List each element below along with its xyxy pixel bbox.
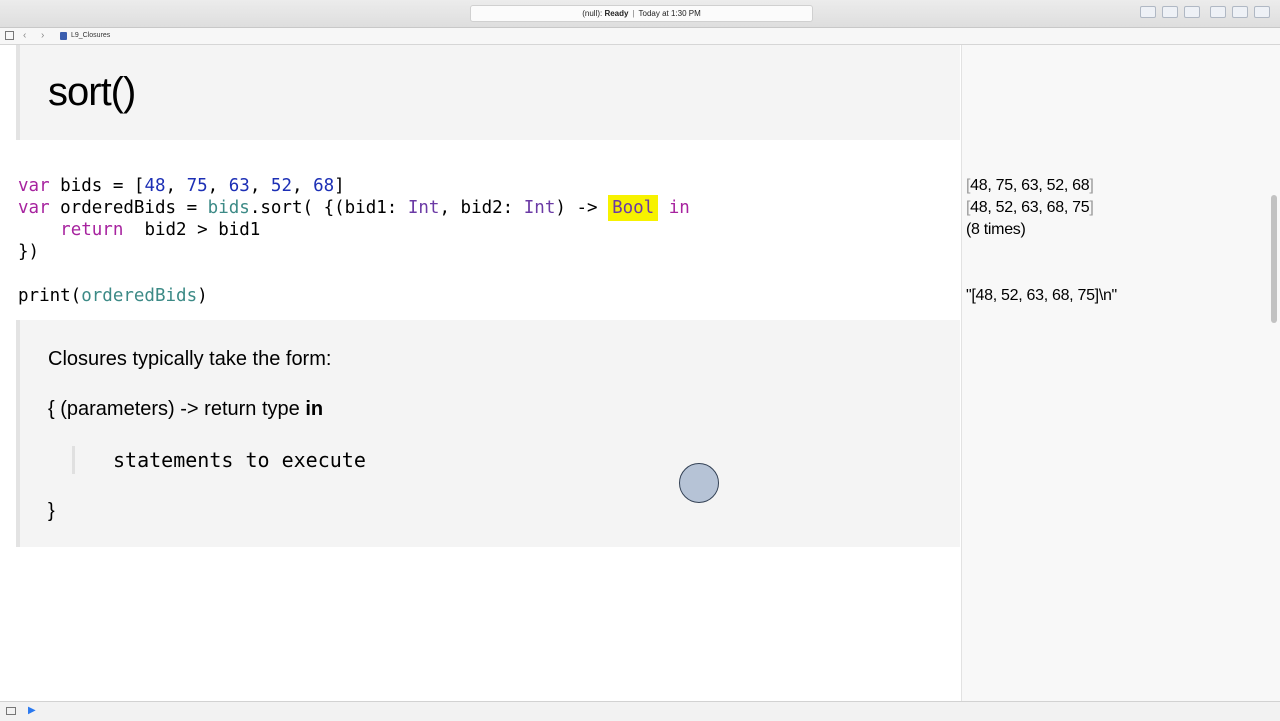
code-text: bid2 > bid1 (123, 220, 261, 240)
number-literal: 75 (186, 176, 208, 196)
keyword-var: var (18, 176, 50, 196)
result-line-2[interactable]: [48, 52, 63, 68, 75] (966, 199, 1094, 217)
code-text: , bid2: (439, 198, 524, 218)
result-line-5[interactable]: "[48, 52, 63, 68, 75]\n" (966, 287, 1117, 305)
activity-viewer: (null): Ready | Today at 1:30 PM (470, 5, 813, 22)
bracket-close: ] (1089, 199, 1094, 216)
code-text: , (207, 176, 229, 196)
code-line-3[interactable]: return bid2 > bid1 (18, 219, 260, 241)
result-line-1[interactable]: [48, 75, 63, 52, 68] (966, 177, 1094, 195)
code-text: }) (18, 242, 40, 262)
code-text: bids = [ (49, 176, 145, 196)
code-text: ] (334, 176, 345, 196)
form-syntax-line: { (parameters) -> return type in (48, 398, 323, 421)
debug-bar: ▶ (0, 701, 1280, 721)
vertical-scrollbar[interactable] (1271, 195, 1277, 323)
navigator-toggle-icon[interactable] (1210, 6, 1226, 18)
highlighted-type-bool: Bool (608, 195, 659, 221)
version-editor-icon[interactable] (1184, 6, 1200, 18)
keyword-var: var (18, 198, 50, 218)
activity-prefix: (null): (582, 9, 605, 18)
result-value: 48, 75, 63, 52, 68 (970, 177, 1090, 194)
blockquote-bar (72, 446, 75, 474)
markup-title-block (16, 45, 960, 140)
result-value: 48, 52, 63, 68, 75 (970, 199, 1090, 216)
number-literal: 63 (228, 176, 250, 196)
results-sidebar (961, 45, 1280, 701)
form-close-brace: } (48, 500, 55, 522)
code-line-4[interactable]: }) (18, 241, 39, 263)
back-arrow-icon[interactable]: ‹ (23, 28, 26, 44)
console-toggle-icon[interactable] (6, 707, 16, 715)
result-line-3[interactable]: (8 times) (966, 221, 1026, 239)
activity-time: Today at 1:30 PM (638, 9, 701, 18)
keyword-return: return (60, 220, 124, 240)
page-title: sort() (48, 70, 136, 114)
form-in-keyword: in (305, 398, 324, 420)
run-play-icon[interactable]: ▶ (28, 705, 36, 716)
assistant-editor-icon[interactable] (1162, 6, 1178, 18)
code-text: , (249, 176, 271, 196)
keyword-in: in (668, 198, 690, 218)
playground-file-icon (60, 32, 67, 40)
standard-editor-icon[interactable] (1140, 6, 1156, 18)
window-titlebar: (null): Ready | Today at 1:30 PM (0, 0, 1280, 28)
number-literal: 68 (313, 176, 335, 196)
identifier-ref: bids (207, 198, 250, 218)
view-toggle-group (1210, 6, 1270, 20)
type-name: Int (407, 198, 440, 218)
activity-status: Ready (604, 9, 629, 18)
breadcrumb-file[interactable]: L9_Closures (71, 28, 110, 44)
editor-mode-group (1140, 6, 1200, 20)
code-line-1[interactable]: var bids = [48, 75, 63, 52, 68] (18, 175, 345, 197)
code-line-5[interactable]: print(orderedBids) (18, 285, 208, 307)
code-text: , (165, 176, 187, 196)
identifier-ref: orderedBids (81, 286, 198, 306)
activity-separator: | (632, 9, 635, 18)
form-open-text: { (parameters) -> return type (48, 398, 306, 420)
utilities-toggle-icon[interactable] (1254, 6, 1270, 18)
forward-arrow-icon[interactable]: › (41, 28, 44, 44)
code-text: .sort( {(bid1: (249, 198, 408, 218)
code-text: ) -> (555, 198, 609, 218)
jump-bar: ‹ › L9_Closures (0, 28, 1280, 45)
code-text: orderedBids = (49, 198, 208, 218)
code-text: , (291, 176, 314, 196)
pointer-indicator (679, 463, 719, 503)
number-literal: 48 (144, 176, 166, 196)
related-items-icon[interactable] (5, 31, 14, 40)
code-line-2[interactable]: var orderedBids = bids.sort( {(bid1: Int… (18, 195, 690, 221)
number-literal: 52 (270, 176, 292, 196)
code-text: print( (18, 286, 82, 306)
type-name: Int (523, 198, 556, 218)
code-text: ) (197, 286, 208, 306)
form-intro-text: Closures typically take the form: (48, 348, 332, 370)
bracket-close: ] (1089, 177, 1094, 194)
debug-area-toggle-icon[interactable] (1232, 6, 1248, 18)
form-statements-text: statements to execute (113, 448, 366, 472)
